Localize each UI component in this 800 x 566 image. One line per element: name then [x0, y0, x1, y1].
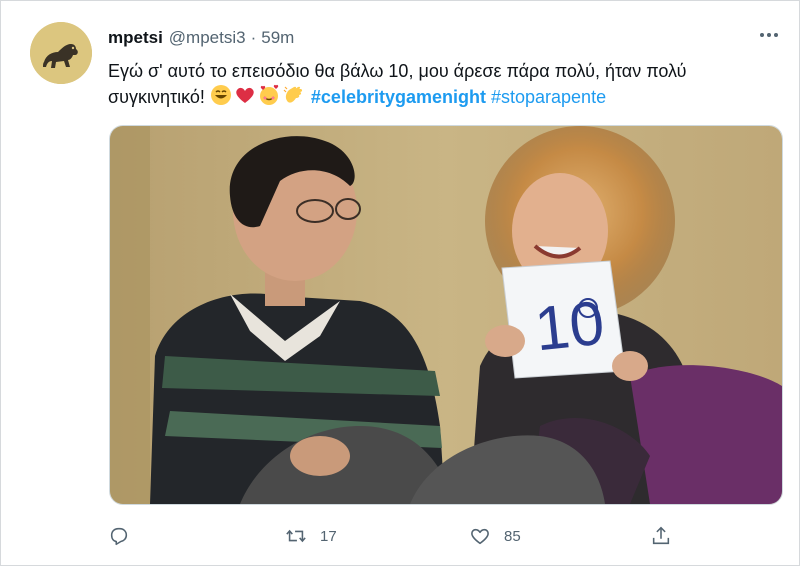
hashtag-link[interactable]: #stoparapente — [491, 87, 606, 107]
heart-icon — [471, 528, 489, 545]
tweet-media-image[interactable]: 10 — [109, 125, 783, 505]
separator-dot: · — [250, 28, 257, 47]
display-name[interactable]: mpetsi — [108, 28, 163, 48]
grinning-face-icon — [210, 84, 232, 113]
hashtag-link[interactable]: #celebritygamenight — [311, 87, 486, 107]
smiling-face-with-hearts-icon — [258, 84, 280, 113]
red-heart-icon — [234, 84, 256, 113]
reply-button[interactable] — [108, 522, 130, 550]
tweet-header: mpetsi @mpetsi3 · 59m — [108, 26, 294, 50]
more-dot-icon — [760, 33, 764, 37]
video-still-image: 10 — [110, 126, 782, 504]
monkey-avatar-icon — [30, 22, 92, 84]
share-button[interactable] — [650, 522, 672, 550]
more-dot-icon — [774, 33, 778, 37]
retweet-button[interactable]: 17 — [284, 522, 337, 550]
card-number-label: 10 — [532, 289, 608, 365]
tweet-text: Εγώ σ' αυτό το επεισόδιο θα βάλω 10, μου… — [108, 58, 748, 113]
like-button[interactable]: 85 — [468, 522, 521, 550]
tweet-text-line2: συγκινητικό! — [108, 87, 205, 107]
clapping-hands-icon — [282, 84, 304, 113]
reply-icon — [110, 527, 128, 546]
tweet-text-line1: Εγώ σ' αυτό το επεισόδιο θα βάλω 10, μου… — [108, 61, 687, 81]
more-dot-icon — [767, 33, 771, 37]
retweet-count: 17 — [320, 527, 337, 545]
user-handle[interactable]: @mpetsi3 — [169, 28, 246, 48]
more-options-button[interactable] — [756, 24, 782, 46]
tweet-actions-bar: 17 85 — [108, 522, 688, 550]
retweet-icon — [286, 529, 306, 543]
tweet-timestamp[interactable]: 59m — [261, 28, 294, 48]
like-count: 85 — [504, 527, 521, 545]
share-icon — [652, 526, 670, 545]
avatar[interactable] — [30, 22, 92, 84]
